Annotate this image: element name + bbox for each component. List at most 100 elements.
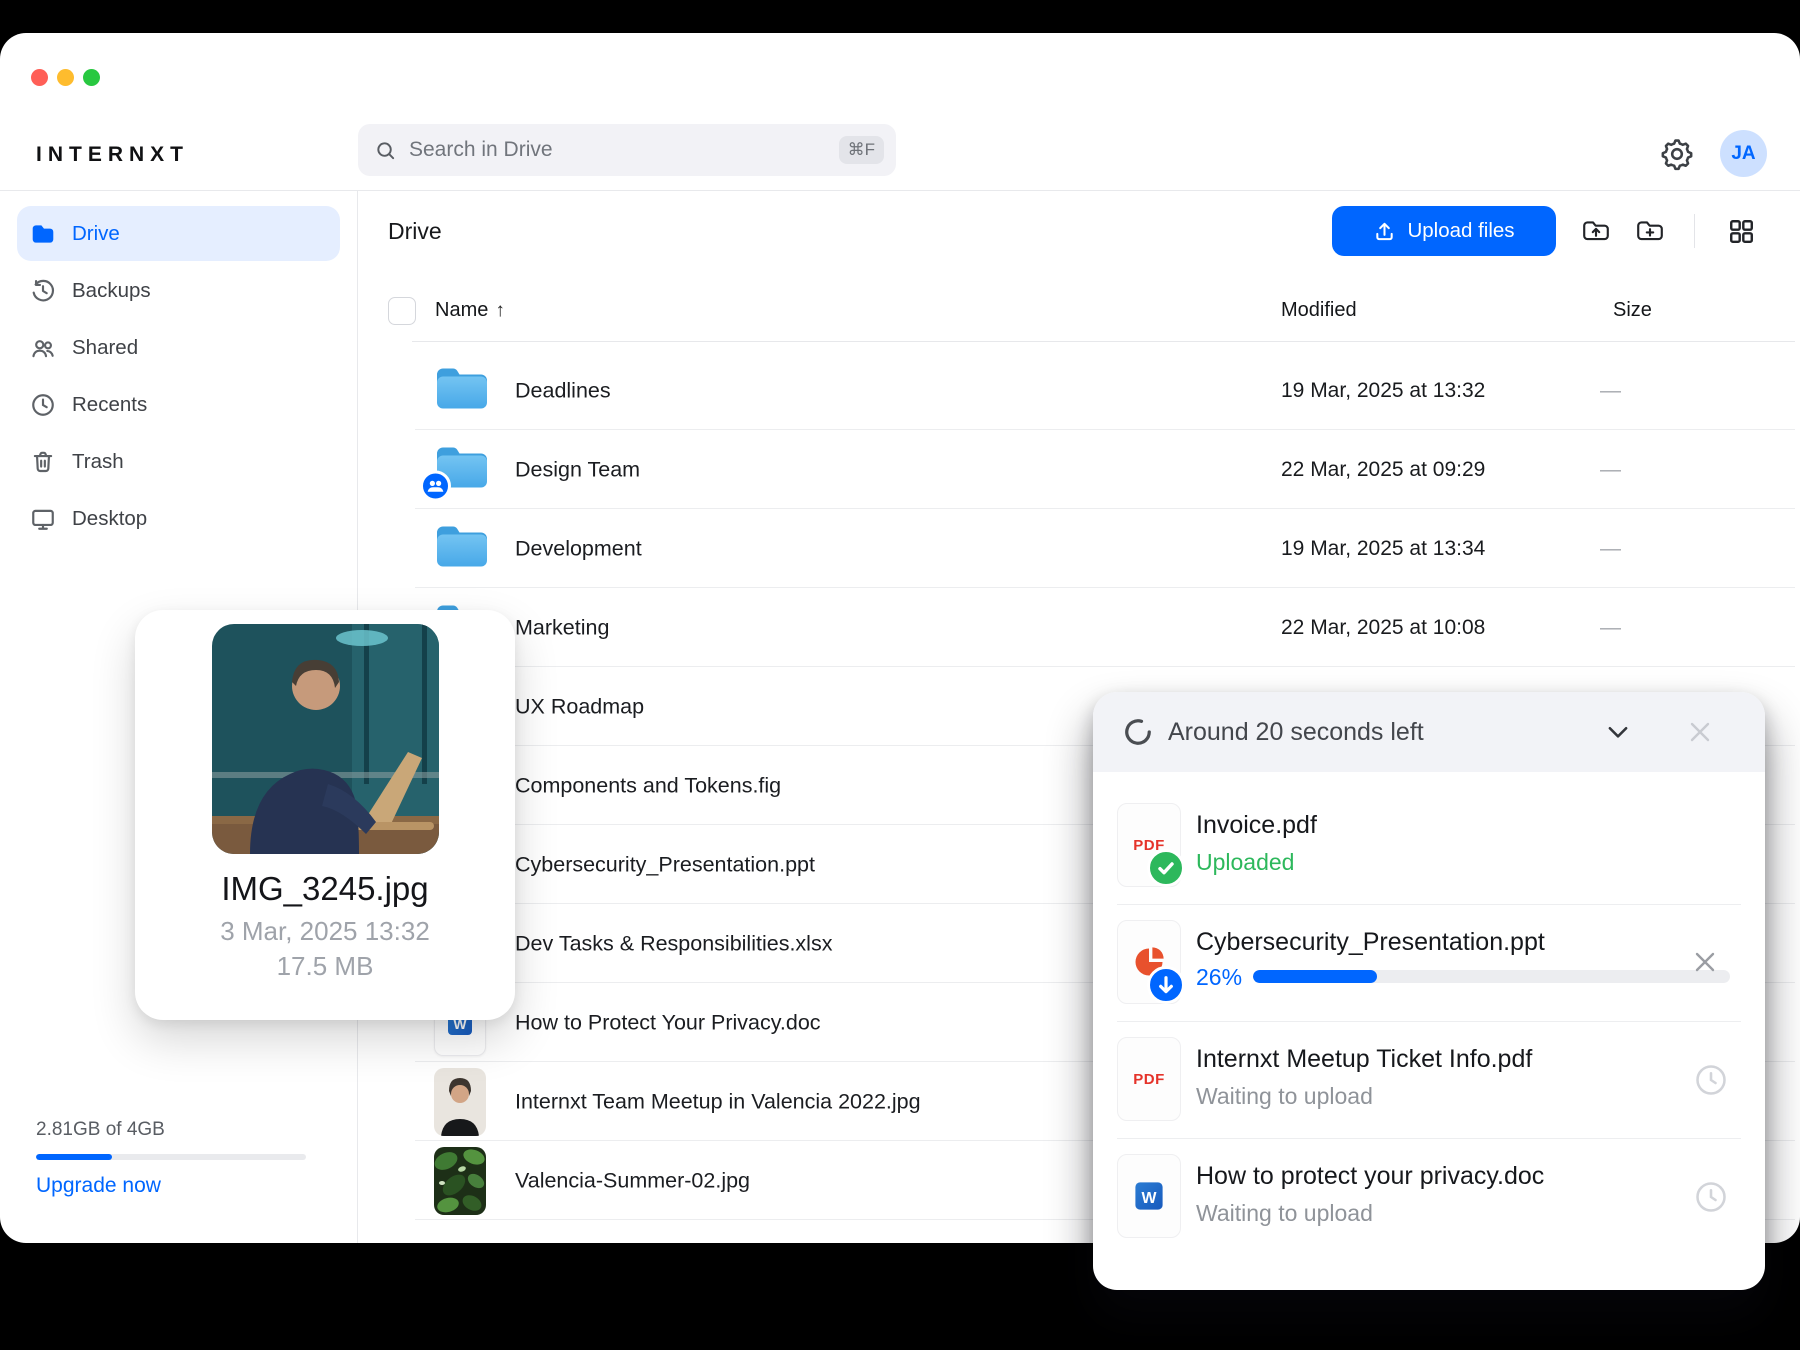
upload-folder-button[interactable] <box>1581 216 1611 246</box>
maximize-window-button[interactable] <box>83 69 100 86</box>
preview-date: 3 Mar, 2025 13:32 <box>220 916 430 946</box>
file-size: — <box>1600 378 1621 402</box>
photo-thumbnail-portrait <box>434 1067 486 1136</box>
folder-upload-icon <box>1583 221 1609 241</box>
waiting-clock-icon <box>1693 1179 1729 1215</box>
settings-button[interactable] <box>1660 137 1694 171</box>
upload-file-name: Internxt Meetup Ticket Info.pdf <box>1196 1045 1533 1073</box>
upload-icon <box>1376 222 1394 240</box>
table-row[interactable]: Design Team 22 Mar, 2025 at 09:29 — <box>358 430 1800 509</box>
close-icon <box>1695 952 1715 972</box>
drive-folder-icon <box>30 221 56 247</box>
sidebar-item-label: Shared <box>72 335 139 359</box>
upload-file-name: Cybersecurity_Presentation.ppt <box>1196 928 1545 956</box>
sidebar-item-label: Desktop <box>72 506 148 530</box>
file-name: Development <box>515 536 642 560</box>
cancel-upload-button[interactable] <box>1689 946 1721 978</box>
search-icon <box>377 141 395 159</box>
upload-items: PDF Invoice.pdf Uploaded Cybersecurity_P… <box>1093 772 1765 1254</box>
new-folder-button[interactable] <box>1635 216 1665 246</box>
file-name: Design Team <box>515 457 641 481</box>
trash-icon <box>30 449 56 475</box>
file-name: How to Protect Your Privacy.doc <box>515 1010 821 1034</box>
select-all-checkbox[interactable] <box>388 297 416 325</box>
upload-progress-fill <box>1253 970 1378 983</box>
sidebar-item-label: Recents <box>72 392 148 416</box>
collapse-panel-button[interactable] <box>1603 717 1633 747</box>
sidebar-item-recents[interactable]: Recents <box>17 377 340 432</box>
spinner-icon <box>1123 717 1153 747</box>
file-modified: 22 Mar, 2025 at 09:29 <box>1281 457 1486 481</box>
table-row[interactable]: Marketing 22 Mar, 2025 at 10:08 — <box>358 588 1800 667</box>
gear-icon <box>1661 139 1693 171</box>
sidebar-item-label: Drive <box>72 221 120 245</box>
storage-progress-fill <box>36 1154 112 1160</box>
photo-thumbnail-leaves <box>434 1146 486 1215</box>
upload-file-name: How to protect your privacy.doc <box>1196 1162 1545 1190</box>
minimize-window-button[interactable] <box>57 69 74 86</box>
table-row[interactable]: Development 19 Mar, 2025 at 13:34 — <box>358 509 1800 588</box>
avatar[interactable]: JA <box>1720 130 1767 177</box>
search-input[interactable]: Search in Drive ⌘F <box>358 124 896 176</box>
upload-status: Waiting to upload <box>1196 1200 1373 1226</box>
storage-progress-bar <box>36 1154 306 1160</box>
upload-item: Cybersecurity_Presentation.ppt 26% <box>1093 903 1765 1020</box>
table-row[interactable]: Deadlines 19 Mar, 2025 at 13:32 — <box>358 351 1800 430</box>
storage-usage-text: 2.81GB of 4GB <box>36 1119 165 1140</box>
sort-ascending-arrow: ↑ <box>495 300 505 321</box>
upload-item: PDF Internxt Meetup Ticket Info.pdf Wait… <box>1093 1020 1765 1137</box>
sidebar-item-trash[interactable]: Trash <box>17 434 340 489</box>
pdf-file-icon: PDF <box>1117 1037 1181 1121</box>
uploading-arrow-badge <box>1147 966 1185 1004</box>
file-size: — <box>1600 536 1621 560</box>
file-name: UX Roadmap <box>515 694 645 718</box>
sidebar-item-drive[interactable]: Drive <box>17 206 340 261</box>
file-name: Cybersecurity_Presentation.ppt <box>515 852 815 876</box>
upload-files-button[interactable]: Upload files <box>1332 206 1556 256</box>
file-size: — <box>1600 615 1621 639</box>
svg-text:W: W <box>1142 1190 1157 1207</box>
window-controls <box>31 69 100 86</box>
upload-percent: 26% <box>1196 964 1243 990</box>
column-header-name[interactable]: Name ↑ <box>435 299 505 322</box>
doc-file-icon: W <box>1117 1154 1181 1238</box>
grid-view-button[interactable] <box>1727 217 1757 247</box>
upload-status: Uploaded <box>1196 849 1295 875</box>
close-panel-button[interactable] <box>1684 716 1716 748</box>
backups-history-icon <box>30 278 56 304</box>
file-name: Valencia-Summer-02.jpg <box>515 1168 751 1192</box>
uploaded-check-badge <box>1147 849 1185 887</box>
chevron-down-icon <box>1608 726 1628 738</box>
waiting-clock-icon <box>1693 1062 1729 1098</box>
sidebar-item-label: Trash <box>72 449 124 473</box>
upload-files-label: Upload files <box>1407 219 1515 242</box>
close-window-button[interactable] <box>31 69 48 86</box>
preview-filename: IMG_3245.jpg <box>221 870 429 907</box>
file-size: — <box>1600 457 1621 481</box>
upload-time-remaining: Around 20 seconds left <box>1168 717 1424 746</box>
sidebar-item-backups[interactable]: Backups <box>17 263 340 318</box>
shared-people-icon <box>30 335 56 361</box>
sidebar-item-shared[interactable]: Shared <box>17 320 340 375</box>
folder-plus-icon <box>1637 221 1663 241</box>
shared-folder-icon <box>420 444 490 501</box>
internxt-logo: INTERNXT <box>36 143 189 166</box>
upgrade-now-link[interactable]: Upgrade now <box>36 1174 316 1198</box>
toolbar-divider <box>1694 214 1695 248</box>
file-modified: 19 Mar, 2025 at 13:34 <box>1281 536 1486 560</box>
folder-icon <box>434 523 490 574</box>
column-header-modified: Modified <box>1281 299 1357 321</box>
upload-progress-bar <box>1253 970 1730 983</box>
file-modified: 19 Mar, 2025 at 13:32 <box>1281 378 1486 402</box>
grid-view-icon <box>1730 220 1753 243</box>
search-shortcut-badge: ⌘F <box>838 136 884 164</box>
upload-item: PDF Invoice.pdf Uploaded <box>1093 787 1765 903</box>
file-name: Marketing <box>515 615 610 639</box>
sidebar-item-desktop[interactable]: Desktop <box>17 491 340 546</box>
file-name: Components and Tokens.fig <box>515 773 782 797</box>
upload-file-name: Invoice.pdf <box>1196 811 1317 839</box>
table-header-divider <box>412 341 1795 342</box>
upload-progress-panel: Around 20 seconds left PDF Invoice.pdf U… <box>1093 692 1765 1290</box>
file-name: Internxt Team Meetup in Valencia 2022.jp… <box>515 1089 921 1113</box>
file-preview-card: IMG_3245.jpg 3 Mar, 2025 13:32 17.5 MB <box>135 610 515 1020</box>
